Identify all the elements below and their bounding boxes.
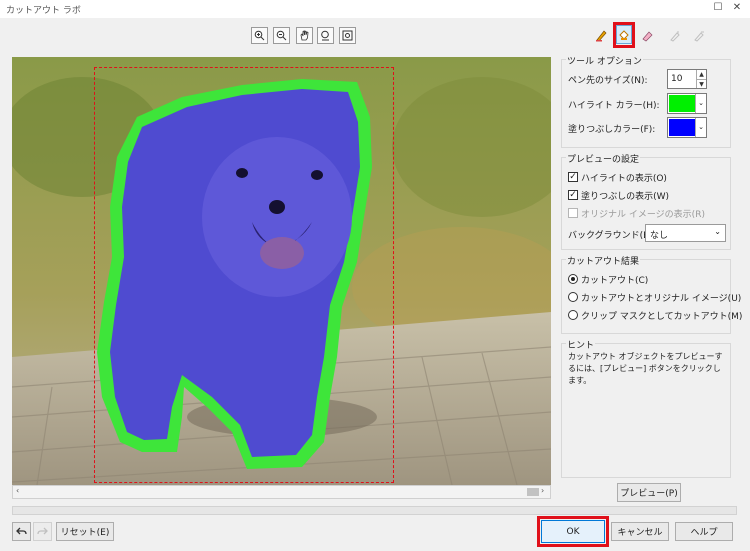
pan-button[interactable]	[296, 27, 313, 44]
scroll-right-icon[interactable]: ›	[541, 486, 544, 495]
background-select[interactable]: なし ⌄	[645, 224, 726, 242]
fill-color-swatch	[669, 119, 696, 136]
fill-tool[interactable]	[616, 25, 632, 44]
background-select-value: なし	[650, 231, 669, 241]
zoom-out-icon	[276, 30, 287, 41]
fill-color-picker[interactable]: ⌄	[667, 117, 707, 138]
cutout-radio[interactable]	[568, 274, 578, 284]
add-detail-tool[interactable]	[666, 27, 684, 45]
hint-title: ヒント	[566, 338, 596, 351]
preview-button[interactable]: プレビュー(P)	[617, 483, 681, 502]
show-fill-checkbox[interactable]: ✓	[568, 190, 578, 200]
close-icon[interactable]: ✕	[731, 2, 743, 14]
hint-text: カットアウト オブジェクトをプレビューするには、[プレビュー] ボタンをクリック…	[568, 352, 723, 385]
zoom-in-button[interactable]	[251, 27, 268, 44]
maximize-icon[interactable]: ☐	[712, 2, 724, 14]
show-original-checkbox[interactable]	[568, 208, 578, 218]
horizontal-scrollbar[interactable]: ‹ ›	[12, 485, 551, 499]
highlight-color-swatch	[669, 95, 696, 112]
fill-icon	[619, 29, 629, 40]
clip-mask-radio[interactable]	[568, 310, 578, 320]
remove-detail-tool[interactable]	[690, 27, 708, 45]
cancel-button[interactable]: キャンセル	[611, 522, 669, 541]
add-detail-icon	[670, 31, 680, 42]
redo-button[interactable]	[33, 522, 52, 541]
selection-bounding-box	[94, 67, 394, 483]
nib-size-label: ペン先のサイズ(N):	[568, 76, 648, 86]
clip-mask-label: クリップ マスクとしてカットアウト(M)	[581, 312, 743, 322]
title-bar	[0, 0, 750, 18]
highlighter-icon	[596, 30, 607, 42]
chevron-down-icon: ⌄	[695, 118, 706, 137]
preview-settings-title: プレビューの設定	[566, 152, 641, 165]
undo-button[interactable]	[12, 522, 31, 541]
chevron-down-icon: ⌄	[695, 94, 706, 113]
hand-icon	[300, 30, 309, 41]
fit-screen-button[interactable]	[339, 27, 356, 44]
scroll-left-icon[interactable]: ‹	[16, 486, 19, 495]
cutout-with-original-label: カットアウトとオリジナル イメージ(U)	[581, 294, 742, 304]
zoom-out-button[interactable]	[273, 27, 290, 44]
remove-detail-icon	[694, 31, 704, 42]
show-fill-label: 塗りつぶしの表示(W)	[581, 192, 670, 202]
show-highlight-checkbox[interactable]: ✓	[568, 172, 578, 182]
fill-color-label: 塗りつぶしカラー(F):	[568, 125, 656, 135]
eraser-icon	[642, 31, 653, 42]
zoom-in-icon	[254, 30, 265, 41]
undo-icon	[16, 527, 27, 535]
background-label: バックグラウンド(B):	[568, 231, 656, 241]
chevron-down-icon: ⌄	[714, 227, 721, 236]
cutout-option-label: カットアウト(C)	[581, 276, 649, 286]
redo-icon	[37, 527, 48, 535]
cutout-with-original-radio[interactable]	[568, 292, 578, 302]
eraser-tool[interactable]	[638, 27, 656, 45]
spin-down-icon[interactable]: ▼	[696, 79, 706, 88]
reset-button[interactable]: リセット(E)	[56, 522, 114, 541]
highlighter-tool[interactable]	[592, 26, 611, 45]
progress-bar	[12, 506, 737, 515]
highlight-color-label: ハイライト カラー(H):	[568, 101, 660, 111]
window-title: カットアウト ラボ	[6, 6, 81, 16]
tool-options-title: ツール オプション	[566, 54, 643, 67]
scroll-thumb[interactable]	[527, 488, 539, 496]
cutout-result-title: カットアウト結果	[566, 254, 641, 267]
fit-screen-icon	[342, 30, 353, 41]
ok-button[interactable]: OK	[541, 520, 605, 543]
show-highlight-label: ハイライトの表示(O)	[581, 174, 667, 184]
image-canvas[interactable]	[12, 57, 551, 485]
help-button[interactable]: ヘルプ	[675, 522, 733, 541]
highlight-color-picker[interactable]: ⌄	[667, 93, 707, 114]
show-original-label: オリジナル イメージの表示(R)	[581, 210, 705, 220]
nib-size-value: 10	[671, 74, 683, 84]
zoom-fit-icon	[321, 30, 329, 41]
nib-size-input[interactable]: 10 ▲ ▼	[667, 69, 707, 89]
zoom-fit-button[interactable]	[317, 27, 334, 44]
spin-up-icon[interactable]: ▲	[696, 70, 706, 79]
